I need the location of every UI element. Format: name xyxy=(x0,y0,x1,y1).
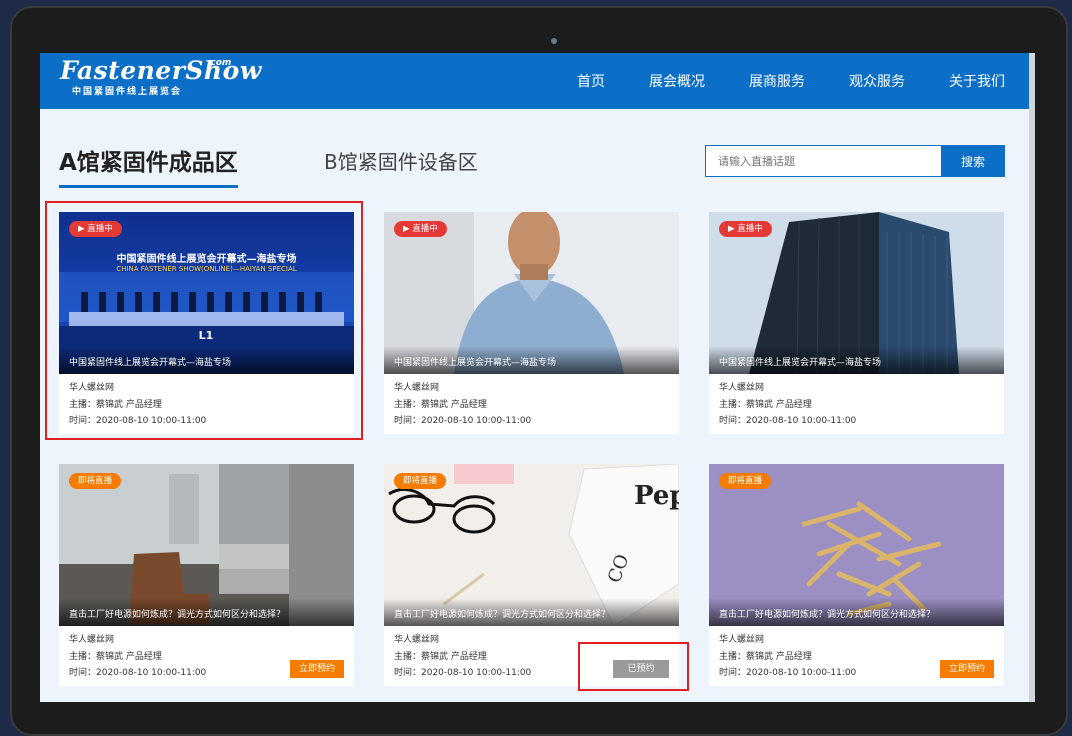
upcoming-card[interactable]: 即将直播 直击工厂好电源如何炼成？调光方式如何区分和选择？ 华人螺丝网 主播：蔡… xyxy=(59,464,354,686)
card-thumbnail: 即将直播 直击工厂好电源如何炼成？调光方式如何区分和选择？ xyxy=(709,464,1004,626)
upcoming-badge: 即将直播 xyxy=(719,473,772,489)
card-time: 时间：2020-08-10 10:00-11:00 xyxy=(719,416,857,426)
card-thumbnail: Pep CO 即将直播 直击工厂好电源如何炼成？调光方式如何区分和选择？ xyxy=(384,464,679,626)
card-title: 中国紧固件线上展览会开幕式—海盐专场 xyxy=(69,358,232,368)
banner-title: 中国紧固件线上展览会开幕式—海盐专场 xyxy=(116,254,297,265)
card-caption: 直击工厂好电源如何炼成？调光方式如何区分和选择？ xyxy=(709,598,1004,626)
banner-subtitle: CHINA FASTENER SHOW(ONLINE)—HAIYAN SPECI… xyxy=(116,265,297,273)
live-icon: ▶ xyxy=(78,224,88,234)
search-bar: 搜索 xyxy=(705,145,1005,177)
camera-dot xyxy=(551,38,557,44)
card-info: 华人螺丝网 主播：蔡锦武 产品经理 时间：2020-08-10 10:00-11… xyxy=(719,380,856,430)
upcoming-card[interactable]: 即将直播 直击工厂好电源如何炼成？调光方式如何区分和选择？ 华人螺丝网 主播：蔡… xyxy=(709,464,1004,686)
nav-item-exhibitor[interactable]: 展商服务 xyxy=(749,71,805,91)
search-button[interactable]: 搜索 xyxy=(941,145,1005,177)
card-host: 主播：蔡锦武 产品经理 xyxy=(394,651,487,662)
card-host: 主播：蔡锦武 产品经理 xyxy=(394,399,487,410)
card-title: 直击工厂好电源如何炼成？调光方式如何区分和选择？ xyxy=(69,610,286,620)
live-badge: ▶ 直播中 xyxy=(69,221,122,237)
live-icon: ▶ xyxy=(728,224,738,234)
live-card[interactable]: L1 中国紧固件线上展览会开幕式—海盐专场 CHINA FASTENER SHO… xyxy=(59,212,354,434)
card-time: 时间：2020-08-10 10:00-11:00 xyxy=(69,668,207,678)
card-caption: 直击工厂好电源如何炼成？调光方式如何区分和选择？ xyxy=(384,598,679,626)
card-host: 主播：蔡锦武 产品经理 xyxy=(719,399,812,410)
nav-item-visitor[interactable]: 观众服务 xyxy=(849,71,905,91)
nav-item-overview[interactable]: 展会概况 xyxy=(649,71,705,91)
card-title: 中国紧固件线上展览会开幕式—海盐专场 xyxy=(394,358,557,368)
live-card[interactable]: ▶ 直播中 中国紧固件线上展览会开幕式—海盐专场 华人螺丝网 主播：蔡锦武 产品… xyxy=(384,212,679,434)
card-company: 华人螺丝网 xyxy=(394,635,440,645)
live-badge: ▶ 直播中 xyxy=(394,221,447,237)
live-badge: ▶ 直播中 xyxy=(719,221,772,237)
card-title: 直击工厂好电源如何炼成？调光方式如何区分和选择？ xyxy=(394,610,611,620)
card-host: 主播：蔡锦武 产品经理 xyxy=(69,399,162,410)
card-thumbnail: 即将直播 直击工厂好电源如何炼成？调光方式如何区分和选择？ xyxy=(59,464,354,626)
card-time: 时间：2020-08-10 10:00-11:00 xyxy=(69,416,207,426)
card-info: 华人螺丝网 主播：蔡锦武 产品经理 时间：2020-08-10 10:00-11… xyxy=(394,380,531,430)
card-host: 主播：蔡锦武 产品经理 xyxy=(69,651,162,662)
top-nav: FastenerShow .com 中国紧固件线上展览会 首页 展会概况 展商服… xyxy=(40,53,1029,109)
site-logo[interactable]: FastenerShow .com 中国紧固件线上展览会 xyxy=(60,56,262,97)
nav-menu: 首页 展会概况 展商服务 观众服务 关于我们 xyxy=(533,53,1005,109)
card-info: 华人螺丝网 主播：蔡锦武 产品经理 时间：2020-08-10 10:00-11… xyxy=(69,380,206,430)
card-thumbnail: ▶ 直播中 中国紧固件线上展览会开幕式—海盐专场 xyxy=(384,212,679,374)
card-company: 华人螺丝网 xyxy=(69,635,115,645)
card-caption: 中国紧固件线上展览会开幕式—海盐专场 xyxy=(59,346,354,374)
card-time: 时间：2020-08-10 10:00-11:00 xyxy=(719,668,857,678)
card-info: 华人螺丝网 主播：蔡锦武 产品经理 时间：2020-08-10 10:00-11… xyxy=(394,632,531,682)
card-company: 华人螺丝网 xyxy=(69,383,115,393)
upcoming-badge: 即将直播 xyxy=(394,473,447,489)
book-button[interactable]: 立即预约 xyxy=(289,660,344,678)
nav-item-home[interactable]: 首页 xyxy=(577,71,605,91)
card-caption: 中国紧固件线上展览会开幕式—海盐专场 xyxy=(709,346,1004,374)
card-title: 中国紧固件线上展览会开幕式—海盐专场 xyxy=(719,358,882,368)
search-input[interactable] xyxy=(705,145,941,177)
svg-text:L1: L1 xyxy=(199,329,214,342)
card-thumbnail: L1 中国紧固件线上展览会开幕式—海盐专场 CHINA FASTENER SHO… xyxy=(59,212,354,374)
booked-button[interactable]: 已预约 xyxy=(613,660,669,678)
screen-edge xyxy=(1029,53,1035,702)
tab-hall-b[interactable]: B馆紧固件设备区 xyxy=(324,146,478,175)
tab-hall-a[interactable]: A馆紧固件成品区 xyxy=(59,143,238,188)
card-host: 主播：蔡锦武 产品经理 xyxy=(719,651,812,662)
card-caption: 中国紧固件线上展览会开幕式—海盐专场 xyxy=(384,346,679,374)
upcoming-card[interactable]: Pep CO 即将直播 直击工厂好电源如何炼成？调光方式如何区分和选择？ 华人螺… xyxy=(384,464,679,686)
book-button[interactable]: 立即预约 xyxy=(939,660,994,678)
svg-text:Pep: Pep xyxy=(634,481,679,511)
card-time: 时间：2020-08-10 10:00-11:00 xyxy=(394,416,532,426)
card-info: 华人螺丝网 主播：蔡锦武 产品经理 时间：2020-08-10 10:00-11… xyxy=(69,632,206,682)
upcoming-badge: 即将直播 xyxy=(69,473,122,489)
nav-item-about[interactable]: 关于我们 xyxy=(949,71,1005,91)
card-time: 时间：2020-08-10 10:00-11:00 xyxy=(394,668,532,678)
card-thumbnail: ▶ 直播中 中国紧固件线上展览会开幕式—海盐专场 xyxy=(709,212,1004,374)
web-page: FastenerShow .com 中国紧固件线上展览会 首页 展会概况 展商服… xyxy=(40,53,1029,702)
logo-text: FastenerShow xyxy=(60,56,262,85)
card-title: 直击工厂好电源如何炼成？调光方式如何区分和选择？ xyxy=(719,610,936,620)
card-company: 华人螺丝网 xyxy=(719,635,765,645)
live-icon: ▶ xyxy=(403,224,413,234)
card-info: 华人螺丝网 主播：蔡锦武 产品经理 时间：2020-08-10 10:00-11… xyxy=(719,632,856,682)
card-company: 华人螺丝网 xyxy=(719,383,765,393)
card-company: 华人螺丝网 xyxy=(394,383,440,393)
card-caption: 直击工厂好电源如何炼成？调光方式如何区分和选择？ xyxy=(59,598,354,626)
logo-domain: .com xyxy=(207,58,232,68)
live-card[interactable]: ▶ 直播中 中国紧固件线上展览会开幕式—海盐专场 华人螺丝网 主播：蔡锦武 产品… xyxy=(709,212,1004,434)
